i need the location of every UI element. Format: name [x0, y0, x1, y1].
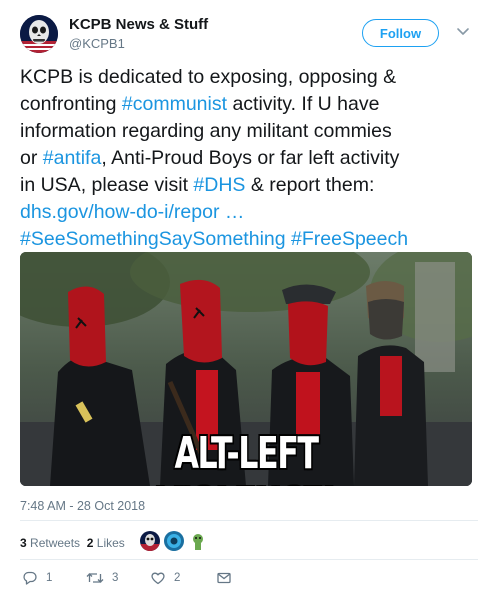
message-icon [217, 572, 231, 584]
retweet-icon [86, 573, 104, 583]
like-count: 2 [174, 572, 181, 584]
tweet-text-segment: , Anti-Proud Boys or far left activity [101, 147, 400, 169]
divider [20, 520, 478, 521]
tweet-image[interactable]: ALT-LEFT VIOLENCE! [20, 252, 472, 486]
tweet-text-segment: KCPB is dedicated to exposing, opposing … [20, 66, 397, 88]
tweet-text-segment: activity. If U have [227, 93, 380, 115]
retweets-label: Retweets [30, 536, 81, 550]
tweet-card: KCPB News & Stuff @KCPB1 Follow KCPB is … [0, 0, 498, 607]
url-link[interactable]: dhs.gov/how-do-i/repor … [20, 201, 244, 223]
reply-count: 1 [46, 572, 53, 584]
liker-avatar[interactable] [164, 531, 184, 551]
tweet-text-line: in USA, please visit #DHS & report them: [20, 172, 482, 199]
tweet-text-line: #SeeSomethingSaySomething #FreeSpeech [20, 226, 482, 253]
hashtag-link[interactable]: #FreeSpeech [291, 228, 408, 250]
reply-button[interactable]: 1 [22, 570, 52, 586]
follow-button-label: Follow [379, 25, 422, 41]
chevron-down-icon[interactable] [456, 24, 470, 38]
liker-avatar[interactable] [140, 531, 160, 551]
like-button[interactable]: 2 [150, 570, 180, 586]
likes-stat[interactable]: 2 Likes [87, 536, 125, 550]
likes-label: Likes [96, 536, 125, 550]
reply-icon [23, 571, 37, 585]
retweet-count: 3 [112, 572, 119, 584]
retweets-count: 3 [20, 536, 27, 550]
heart-icon [151, 572, 165, 585]
tweet-text-line: confronting #communist activity. If U ha… [20, 91, 482, 118]
tweet-text-segment: confronting [20, 93, 122, 115]
retweets-stat[interactable]: 3 Retweets [20, 536, 80, 550]
tweet-text-line: or #antifa, Anti-Proud Boys or far left … [20, 145, 482, 172]
tweet-text-line: KCPB is dedicated to exposing, opposing … [20, 64, 482, 91]
tweet-text-line: dhs.gov/how-do-i/repor … [20, 199, 482, 226]
tweet-text-segment: information regarding any militant commi… [20, 120, 392, 142]
hashtag-link[interactable]: #communist [122, 93, 227, 115]
user-handle[interactable]: @KCPB1 [69, 36, 125, 51]
retweet-button[interactable]: 3 [86, 570, 118, 586]
follow-button[interactable]: Follow [362, 19, 439, 47]
timestamp[interactable]: 7:48 AM - 28 Oct 2018 [20, 499, 145, 513]
user-name[interactable]: KCPB News & Stuff [69, 16, 208, 33]
liker-avatar[interactable] [188, 531, 208, 551]
avatar[interactable] [20, 15, 58, 53]
tweet-text-line: information regarding any militant commi… [20, 118, 482, 145]
engagement-stats: 3 Retweets 2 Likes [20, 536, 125, 550]
hashtag-link[interactable]: #antifa [43, 147, 102, 169]
hashtag-link[interactable]: #DHS [193, 174, 245, 196]
direct-message-button[interactable] [216, 570, 240, 586]
image-caption: ALT-LEFT VIOLENCE! [157, 428, 336, 486]
divider [20, 559, 478, 560]
tweet-text: KCPB is dedicated to exposing, opposing … [20, 64, 482, 253]
tweet-text-segment: & report them: [245, 174, 375, 196]
likers-avatars [140, 531, 208, 551]
tweet-text-segment: in USA, please visit [20, 174, 194, 196]
likes-count: 2 [86, 536, 94, 550]
tweet-text-segment: or [20, 147, 43, 169]
hashtag-link[interactable]: #SeeSomethingSaySomething [20, 228, 286, 250]
